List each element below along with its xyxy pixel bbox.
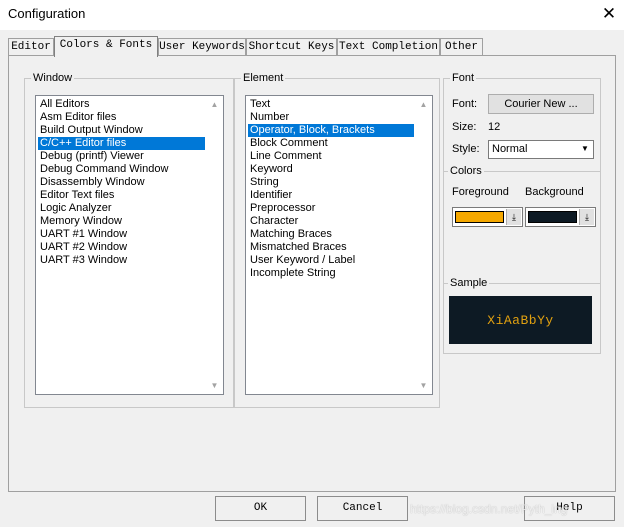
tab-other[interactable]: Other	[440, 38, 483, 56]
element-list-item[interactable]: Preprocessor	[248, 202, 414, 215]
window-list-item[interactable]: Logic Analyzer	[38, 202, 205, 215]
window-list-item[interactable]: C/C++ Editor files	[38, 137, 205, 150]
window-list-scrollbar[interactable]: ▲ ▼	[206, 96, 223, 394]
sample-text: XiAaBbYy	[487, 312, 554, 328]
window-list-item[interactable]: Disassembly Window	[38, 176, 205, 189]
scroll-up-icon[interactable]: ▲	[206, 98, 223, 111]
window-list-item[interactable]: Debug Command Window	[38, 163, 205, 176]
arrow-down-icon[interactable]: ⤓	[506, 209, 521, 225]
window-list-item[interactable]: Asm Editor files	[38, 111, 205, 124]
tab-text-completion[interactable]: Text Completion	[337, 38, 440, 56]
sample-group: Sample	[443, 277, 601, 290]
window-list-item[interactable]: UART #1 Window	[38, 228, 205, 241]
scroll-down-icon[interactable]: ▼	[415, 379, 432, 392]
font-group-label: Font	[450, 72, 477, 85]
tab-colors-fonts[interactable]: Colors & Fonts	[54, 36, 158, 57]
tab-shortcut-keys[interactable]: Shortcut Keys	[246, 38, 337, 56]
background-color-picker[interactable]: ⤓	[525, 207, 596, 227]
element-list-scrollbar[interactable]: ▲ ▼	[415, 96, 432, 394]
window-list-item[interactable]: UART #3 Window	[38, 254, 205, 267]
font-select-button[interactable]: Courier New ...	[488, 94, 594, 114]
foreground-label: Foreground	[452, 186, 509, 198]
style-value: Normal	[492, 143, 528, 155]
font-label: Font:	[452, 98, 478, 110]
close-icon[interactable]: ✕	[594, 0, 624, 30]
help-button[interactable]: Help	[524, 496, 615, 521]
scroll-down-icon[interactable]: ▼	[206, 379, 223, 392]
sample-group-label: Sample	[448, 277, 490, 290]
window-list-item[interactable]: Editor Text files	[38, 189, 205, 202]
arrow-down-icon[interactable]: ⤓	[579, 209, 594, 225]
style-label: Style:	[452, 143, 480, 155]
window-list-item[interactable]: Memory Window	[38, 215, 205, 228]
element-list-item[interactable]: Identifier	[248, 189, 414, 202]
element-group-label: Element	[241, 72, 286, 85]
element-list-item[interactable]: Character	[248, 215, 414, 228]
element-list-item[interactable]: Number	[248, 111, 414, 124]
foreground-color-picker[interactable]: ⤓	[452, 207, 523, 227]
foreground-swatch	[455, 211, 504, 223]
element-list-item[interactable]: Incomplete String	[248, 267, 414, 280]
title-bar: Configuration ✕	[0, 0, 624, 30]
element-list-item[interactable]: Keyword	[248, 163, 414, 176]
sample-preview: XiAaBbYy	[449, 296, 592, 344]
ok-button[interactable]: OK	[215, 496, 306, 521]
size-label: Size:	[452, 121, 477, 133]
window-list-item[interactable]: Debug (printf) Viewer	[38, 150, 205, 163]
element-listbox[interactable]: Text Number Operator, Block, Brackets Block…	[245, 95, 433, 395]
chevron-down-icon[interactable]: ▼	[578, 142, 592, 156]
element-list-item[interactable]: Matching Braces	[248, 228, 414, 241]
window-title: Configuration	[8, 6, 86, 21]
window-group-label: Window	[31, 72, 75, 85]
background-swatch	[528, 211, 577, 223]
tab-editor[interactable]: Editor	[8, 38, 54, 56]
window-list-item[interactable]: UART #2 Window	[38, 241, 205, 254]
cancel-button[interactable]: Cancel	[317, 496, 408, 521]
window-list-item[interactable]: Build Output Window	[38, 124, 205, 137]
style-select[interactable]: Normal ▼	[488, 140, 594, 159]
window-list-item[interactable]: All Editors	[38, 98, 205, 111]
element-list-item[interactable]: Mismatched Braces	[248, 241, 414, 254]
element-list-item[interactable]: Text	[248, 98, 414, 111]
colors-group: Colors	[443, 165, 601, 178]
element-list-item[interactable]: User Keyword / Label	[248, 254, 414, 267]
element-list-item[interactable]: Line Comment	[248, 150, 414, 163]
element-list-item[interactable]: Block Comment	[248, 137, 414, 150]
window-listbox[interactable]: All Editors Asm Editor files Build Output …	[35, 95, 224, 395]
element-list-item[interactable]: Operator, Block, Brackets	[248, 124, 414, 137]
size-value: 12	[488, 121, 501, 133]
scroll-up-icon[interactable]: ▲	[415, 98, 432, 111]
element-list-item[interactable]: String	[248, 176, 414, 189]
element-list: Text Number Operator, Block, Brackets Block…	[248, 98, 414, 280]
window-list: All Editors Asm Editor files Build Output …	[38, 98, 205, 267]
tab-user-keywords[interactable]: User Keywords	[158, 38, 246, 56]
background-label: Background	[525, 186, 584, 198]
colors-group-label: Colors	[448, 165, 484, 178]
